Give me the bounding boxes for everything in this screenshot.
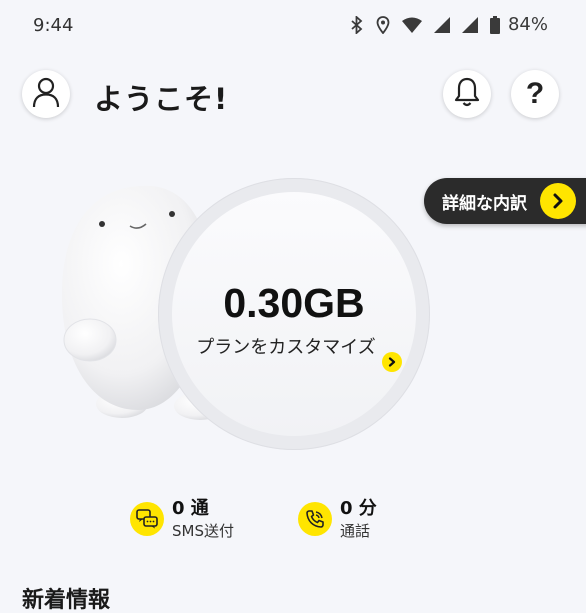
data-usage-amount: 0.30GB <box>223 280 365 326</box>
signal-icon <box>461 16 478 33</box>
data-usage-ring[interactable]: 0.30GB プランをカスタマイズ <box>158 178 430 450</box>
home-screen: 9:44 84% ようこそ! ? 0.30GB プランをカスタマイズ 詳細な内訳… <box>0 0 586 613</box>
phone-icon <box>298 502 332 536</box>
call-minutes: 0 分 <box>340 498 377 519</box>
notifications-button[interactable] <box>443 70 491 118</box>
chevron-right-icon[interactable] <box>382 352 402 372</box>
help-button[interactable]: ? <box>511 70 559 118</box>
battery-percent: 84% <box>507 14 548 35</box>
question-icon: ? <box>525 77 545 110</box>
sms-icon <box>130 502 164 536</box>
status-bar: 9:44 84% <box>0 0 586 52</box>
battery-icon <box>489 15 500 34</box>
bell-icon <box>453 76 481 112</box>
data-usage-panel: 0.30GB プランをカスタマイズ <box>172 192 416 436</box>
sms-label: SMS送付 <box>172 522 234 540</box>
news-section-title: 新着情報 <box>22 588 111 613</box>
wifi-icon <box>401 17 422 33</box>
signal-icon <box>433 16 450 33</box>
location-icon <box>376 15 390 34</box>
customize-plan-link[interactable]: プランをカスタマイズ <box>196 333 376 363</box>
status-icons: 84% <box>350 14 548 35</box>
user-icon <box>31 76 61 112</box>
detail-breakdown-label: 詳細な内訳 <box>442 193 527 214</box>
bluetooth-icon <box>350 15 364 34</box>
sms-count: 0 通 <box>172 498 209 519</box>
welcome-title: ようこそ! <box>94 82 229 116</box>
status-time: 9:44 <box>33 15 74 36</box>
call-label: 通話 <box>340 522 371 540</box>
header: ようこそ! ? <box>0 70 586 120</box>
profile-button[interactable] <box>22 70 70 118</box>
chevron-right-icon <box>540 183 576 219</box>
detail-breakdown-button[interactable]: 詳細な内訳 <box>424 178 586 224</box>
